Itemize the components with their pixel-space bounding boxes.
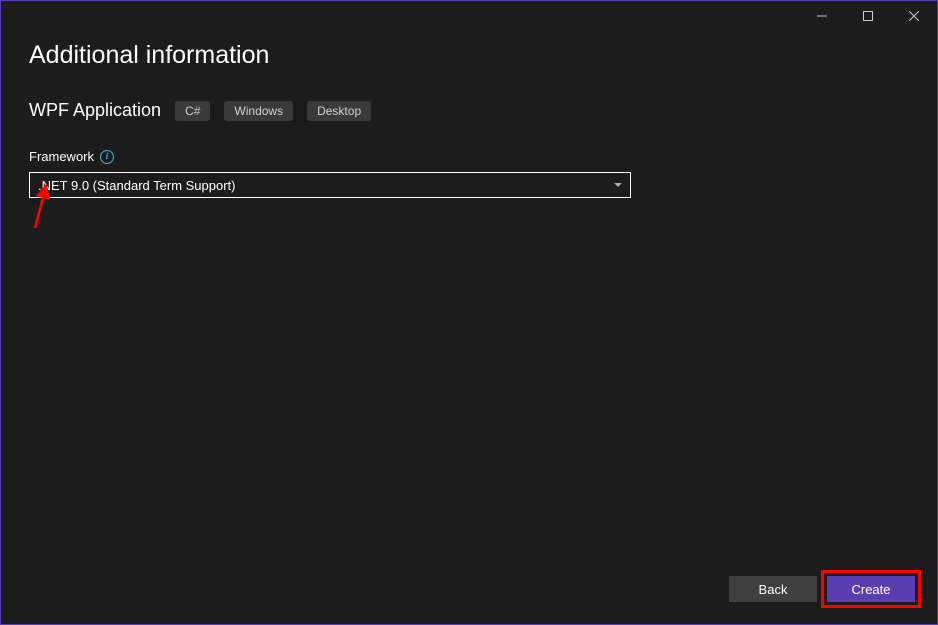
framework-selected-value: .NET 9.0 (Standard Term Support): [38, 178, 236, 193]
framework-select[interactable]: .NET 9.0 (Standard Term Support): [29, 172, 631, 198]
back-button[interactable]: Back: [729, 576, 817, 602]
button-bar: Back Create: [729, 576, 915, 602]
tag-csharp: C#: [175, 101, 210, 121]
close-button[interactable]: [891, 1, 937, 31]
info-icon[interactable]: i: [100, 150, 114, 164]
create-button[interactable]: Create: [827, 576, 915, 602]
tag-windows: Windows: [224, 101, 293, 121]
page-title: Additional information: [29, 41, 909, 70]
maximize-button[interactable]: [845, 1, 891, 31]
framework-label: Framework: [29, 149, 94, 164]
content-area: Additional information WPF Application C…: [1, 31, 937, 198]
framework-select-wrapper: .NET 9.0 (Standard Term Support): [29, 172, 631, 198]
project-type-name: WPF Application: [29, 100, 161, 121]
framework-label-row: Framework i: [29, 149, 909, 164]
tag-desktop: Desktop: [307, 101, 371, 121]
chevron-down-icon: [614, 183, 622, 187]
subtitle-row: WPF Application C# Windows Desktop: [29, 100, 909, 121]
titlebar: [1, 1, 937, 31]
minimize-button[interactable]: [799, 1, 845, 31]
